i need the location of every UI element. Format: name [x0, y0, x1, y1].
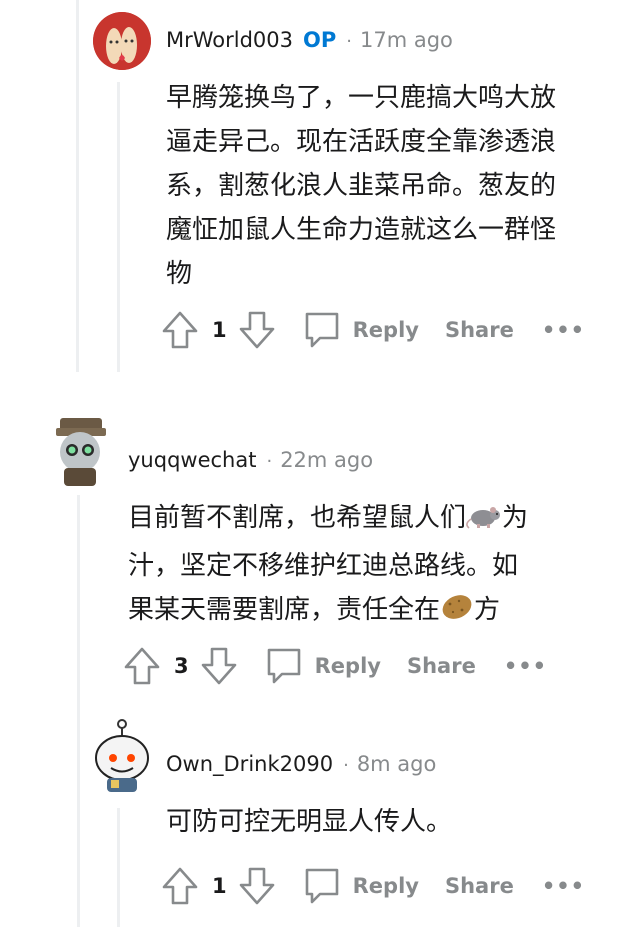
timestamp[interactable]: 8m ago	[357, 752, 437, 776]
op-badge: OP	[303, 28, 337, 52]
thread-line-comment-3	[117, 808, 120, 927]
share-button[interactable]: Share	[407, 654, 476, 678]
downvote-arrow-icon[interactable]	[239, 867, 275, 905]
reply-button[interactable]: Reply	[315, 654, 381, 678]
more-dots-icon[interactable]: •••	[504, 654, 547, 678]
reply-bubble-icon[interactable]	[265, 646, 303, 686]
reply-button[interactable]: Reply	[353, 318, 419, 342]
upvote-arrow-icon[interactable]	[162, 867, 198, 905]
timestamp[interactable]: 22m ago	[280, 448, 373, 472]
thread-line-comment-1	[117, 82, 120, 372]
upvote-arrow-icon[interactable]	[162, 311, 198, 349]
avatar[interactable]	[93, 12, 151, 70]
comment-line: 汁，坚定不移维护红迪总路线。如	[128, 551, 519, 581]
reply-bubble-icon[interactable]	[303, 310, 341, 350]
avatar-image	[56, 418, 106, 486]
comment-line: 可防可控无明显人传人。	[166, 807, 453, 837]
share-button[interactable]: Share	[445, 318, 514, 342]
comment-line: 魔怔加鼠人生命力造就这么一群怪	[166, 215, 557, 245]
avatar-image	[95, 719, 149, 792]
comment-meta: yuqqwechat · 22m ago	[128, 448, 373, 472]
comment-line: 系，割葱化浪人韭菜吊命。葱友的	[166, 171, 557, 201]
vote-score: 3	[174, 654, 189, 678]
timestamp[interactable]: 17m ago	[360, 28, 453, 52]
more-dots-icon[interactable]: •••	[542, 318, 585, 342]
comment-body: 可防可控无明显人传人。	[166, 800, 606, 844]
rat-emoji-icon	[466, 500, 502, 544]
reply-button[interactable]: Reply	[353, 874, 419, 898]
comment-text: 为	[502, 503, 529, 533]
comment-body: 目前暂不割席，也希望鼠人们 为 汁，坚定不移维护红迪总路线。如 果某天需要割席，责…	[128, 496, 598, 636]
comment-actions: 1 Reply Share •••	[162, 308, 585, 352]
share-button[interactable]: Share	[445, 874, 514, 898]
username[interactable]: MrWorld003	[166, 28, 293, 52]
upvote-arrow-icon[interactable]	[124, 647, 160, 685]
comment-meta: Own_Drink2090 · 8m ago	[166, 752, 436, 776]
comment-text: 果某天需要割席，责任全在	[128, 595, 441, 625]
avatar[interactable]	[93, 718, 151, 794]
separator-dot: ·	[343, 755, 349, 776]
comment-text: 目前暂不割席，也希望鼠人们	[128, 503, 467, 533]
comment-line: 目前暂不割席，也希望鼠人们 为	[128, 496, 598, 544]
username[interactable]: Own_Drink2090	[166, 752, 333, 776]
comment-line: 逼走异己。现在活跃度全靠渗透浪	[166, 127, 557, 157]
potato-emoji-icon	[440, 592, 474, 636]
downvote-arrow-icon[interactable]	[201, 647, 237, 685]
separator-dot: ·	[346, 31, 352, 52]
comment-line: 物	[166, 259, 193, 289]
comment-text: 方	[474, 595, 501, 625]
thread-line-outer-top	[76, 0, 79, 372]
comment-actions: 1 Reply Share •••	[162, 864, 585, 908]
username[interactable]: yuqqwechat	[128, 448, 256, 472]
more-dots-icon[interactable]: •••	[542, 874, 585, 898]
vote-score: 1	[212, 318, 227, 342]
comment-line: 果某天需要割席，责任全在 方	[128, 588, 598, 636]
separator-dot: ·	[266, 451, 273, 472]
comment-meta: MrWorld003 OP · 17m ago	[166, 28, 453, 52]
downvote-arrow-icon[interactable]	[239, 311, 275, 349]
avatar-image	[93, 12, 151, 70]
comment-actions: 3 Reply Share •••	[124, 644, 547, 688]
comment-body: 早腾笼换鸟了，一只鹿搞大鸣大放 逼走异己。现在活跃度全靠渗透浪 系，割葱化浪人韭…	[166, 76, 606, 296]
thread-line-comment-2	[77, 495, 80, 927]
reply-bubble-icon[interactable]	[303, 866, 341, 906]
comment-line: 早腾笼换鸟了，一只鹿搞大鸣大放	[166, 83, 557, 113]
vote-score: 1	[212, 874, 227, 898]
avatar[interactable]	[52, 416, 108, 488]
